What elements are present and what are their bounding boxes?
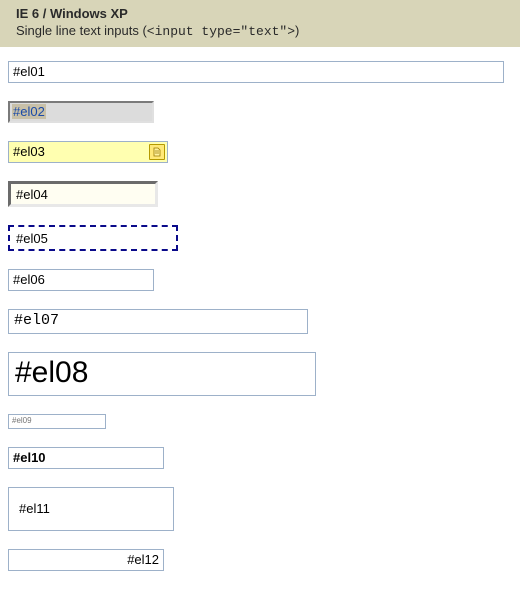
input-el11-value: #el11 <box>19 501 50 517</box>
input-el07[interactable]: #el07 <box>8 309 308 334</box>
input-el10[interactable]: #el10 <box>8 447 164 469</box>
demo-body: #el01 #el02 #el03 #el04 #el05 #el06 #el0… <box>0 47 520 609</box>
input-el09[interactable]: #el09 <box>8 414 106 429</box>
input-el11[interactable]: #el11 <box>8 487 174 531</box>
input-el02[interactable]: #el02 <box>8 101 154 123</box>
autofill-icon[interactable] <box>149 144 165 160</box>
page-header: IE 6 / Windows XP Single line text input… <box>0 0 520 47</box>
header-subtitle-suffix: ) <box>295 23 299 38</box>
input-el03[interactable]: #el03 <box>8 141 168 163</box>
header-subtitle: Single line text inputs (<input type="te… <box>16 23 504 39</box>
input-el03-value: #el03 <box>13 144 45 159</box>
header-subtitle-code: <input type="text"> <box>147 24 295 39</box>
input-el04[interactable]: #el04 <box>8 181 158 207</box>
input-el08[interactable]: #el08 <box>8 352 316 396</box>
input-el12[interactable]: #el12 <box>8 549 164 571</box>
input-el05[interactable]: #el05 <box>8 225 178 251</box>
input-el06[interactable]: #el06 <box>8 269 154 291</box>
input-el02-selection: #el02 <box>12 104 46 119</box>
header-title: IE 6 / Windows XP <box>16 6 504 21</box>
header-subtitle-prefix: Single line text inputs ( <box>16 23 147 38</box>
input-el01[interactable]: #el01 <box>8 61 504 83</box>
